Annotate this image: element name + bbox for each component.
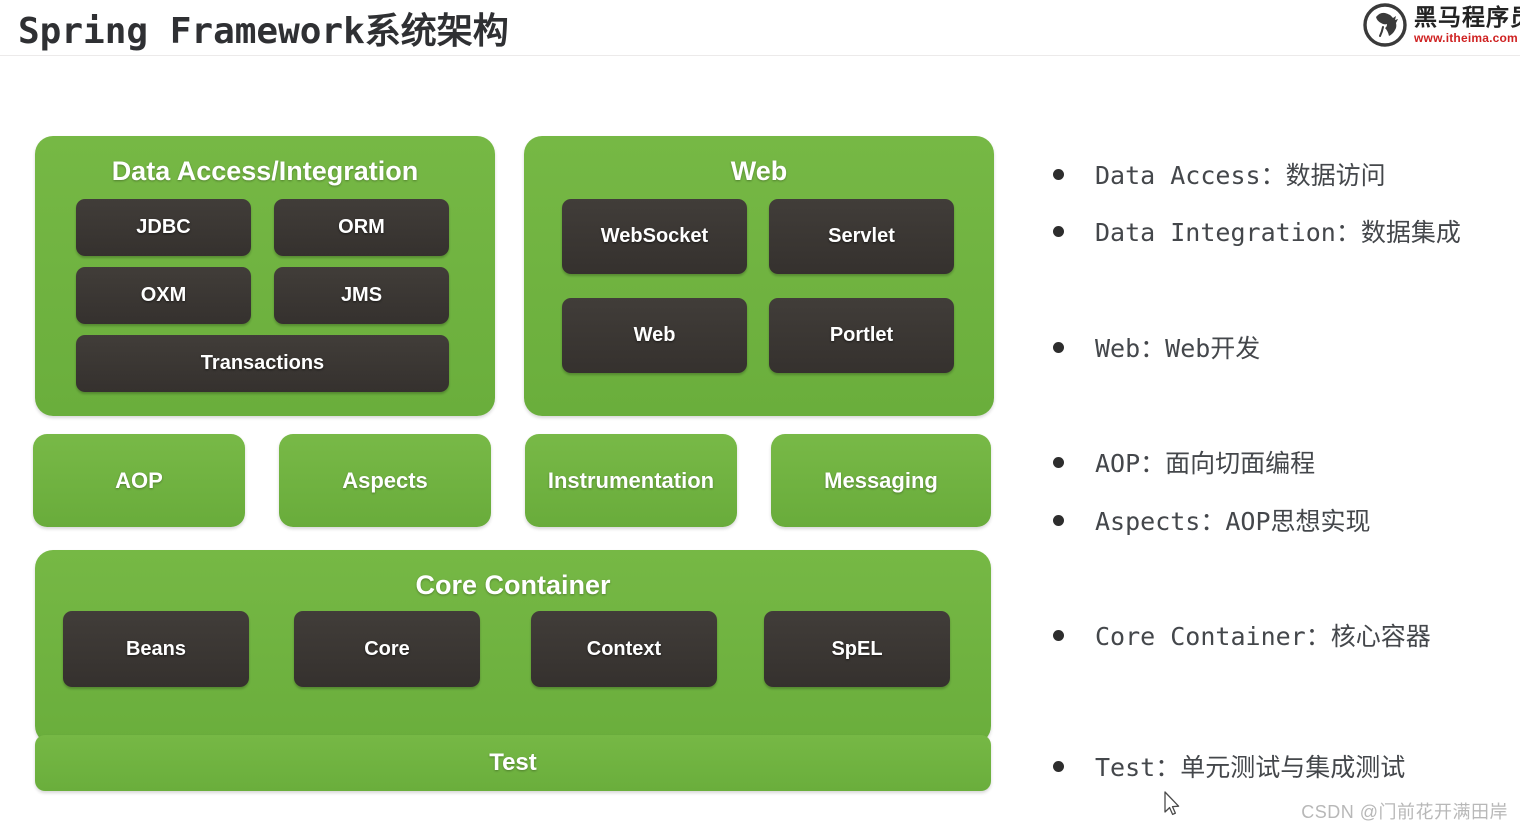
list-item-label: Data Integration：数据集成 xyxy=(1095,218,1461,247)
module-jdbc: JDBC xyxy=(76,199,251,256)
module-label: Portlet xyxy=(829,324,894,346)
module-messaging: Messaging xyxy=(771,434,991,527)
module-oxm: OXM xyxy=(76,267,251,324)
module-label: Web xyxy=(633,324,676,346)
list-item: Test：单元测试与集成测试 xyxy=(1040,748,1405,784)
list-item: Data Integration：数据集成 xyxy=(1040,213,1461,249)
bullet-icon xyxy=(1053,515,1064,526)
panel-core-container: Core Container Beans Core Context SpEL xyxy=(35,550,991,744)
brand-name: 黑马程序员 xyxy=(1414,4,1520,30)
list-item-label: AOP：面向切面编程 xyxy=(1095,449,1316,478)
bullet-icon xyxy=(1053,761,1064,772)
spring-architecture-diagram: Data Access/Integration JDBC ORM OXM JMS… xyxy=(0,56,1020,830)
module-web: Web xyxy=(562,298,747,373)
panel-title-data-access-integration: Data Access/Integration xyxy=(111,156,419,186)
panel-title-test: Test xyxy=(489,749,537,776)
bullet-icon xyxy=(1053,226,1064,237)
list-item-label: Core Container：核心容器 xyxy=(1095,622,1431,651)
brand-logo: 黑马程序员 www.itheima.com xyxy=(1363,1,1520,49)
module-label: WebSocket xyxy=(600,225,709,247)
list-item: Web：Web开发 xyxy=(1040,329,1260,365)
module-label: Beans xyxy=(125,637,187,660)
module-label: OXM xyxy=(140,284,187,306)
list-item: Data Access：数据访问 xyxy=(1040,156,1386,192)
module-websocket: WebSocket xyxy=(562,199,747,274)
csdn-watermark: CSDN @门前花开满田岸 xyxy=(1301,802,1508,822)
module-label: Context xyxy=(586,637,662,660)
list-item-label: Aspects：AOP思想实现 xyxy=(1095,507,1371,536)
module-label: Core xyxy=(364,637,410,660)
module-beans: Beans xyxy=(63,611,249,687)
list-item: Aspects：AOP思想实现 xyxy=(1040,502,1371,538)
module-aop: AOP xyxy=(33,434,245,527)
module-aspects: Aspects xyxy=(279,434,491,527)
bullet-icon xyxy=(1053,342,1064,353)
module-context: Context xyxy=(531,611,717,687)
module-servlet: Servlet xyxy=(769,199,954,274)
bullet-icon xyxy=(1053,457,1064,468)
bullet-icon xyxy=(1053,630,1064,641)
module-label: Transactions xyxy=(200,352,325,374)
brand-url: www.itheima.com xyxy=(1414,31,1518,45)
module-label: JMS xyxy=(340,284,383,306)
module-instrumentation: Instrumentation xyxy=(525,434,737,527)
module-label: Instrumentation xyxy=(547,467,715,493)
page-header: Spring Framework系统架构 黑马程序员 www.itheima.c… xyxy=(0,0,1520,56)
module-label: AOP xyxy=(115,467,163,493)
page-title: Spring Framework系统架构 xyxy=(18,11,509,52)
panel-data-access-integration: Data Access/Integration JDBC ORM OXM JMS… xyxy=(35,136,495,416)
module-description-list: Data Access：数据访问 Data Integration：数据集成 W… xyxy=(1040,56,1520,830)
panel-web: Web WebSocket Servlet Web Portlet xyxy=(524,136,994,416)
module-label: Messaging xyxy=(824,467,938,493)
module-spel: SpEL xyxy=(764,611,950,687)
module-label: JDBC xyxy=(136,216,191,238)
list-item-label: Test：单元测试与集成测试 xyxy=(1095,753,1406,782)
module-label: Servlet xyxy=(828,225,895,247)
panel-title-web: Web xyxy=(730,156,788,186)
module-jms: JMS xyxy=(274,267,449,324)
module-transactions: Transactions xyxy=(76,335,449,392)
horse-logo-icon xyxy=(1363,3,1407,47)
list-item-label: Data Access：数据访问 xyxy=(1095,161,1386,190)
panel-title-core-container: Core Container xyxy=(415,570,611,600)
module-orm: ORM xyxy=(274,199,449,256)
module-label: Aspects xyxy=(342,467,428,493)
panel-test: Test xyxy=(35,735,991,791)
list-item: AOP：面向切面编程 xyxy=(1040,444,1315,480)
list-item: Core Container：核心容器 xyxy=(1040,617,1431,653)
bullet-icon xyxy=(1053,169,1064,180)
module-label: SpEL xyxy=(831,637,883,660)
module-portlet: Portlet xyxy=(769,298,954,373)
list-item-label: Web：Web开发 xyxy=(1095,334,1261,363)
module-label: ORM xyxy=(338,216,385,238)
module-core: Core xyxy=(294,611,480,687)
